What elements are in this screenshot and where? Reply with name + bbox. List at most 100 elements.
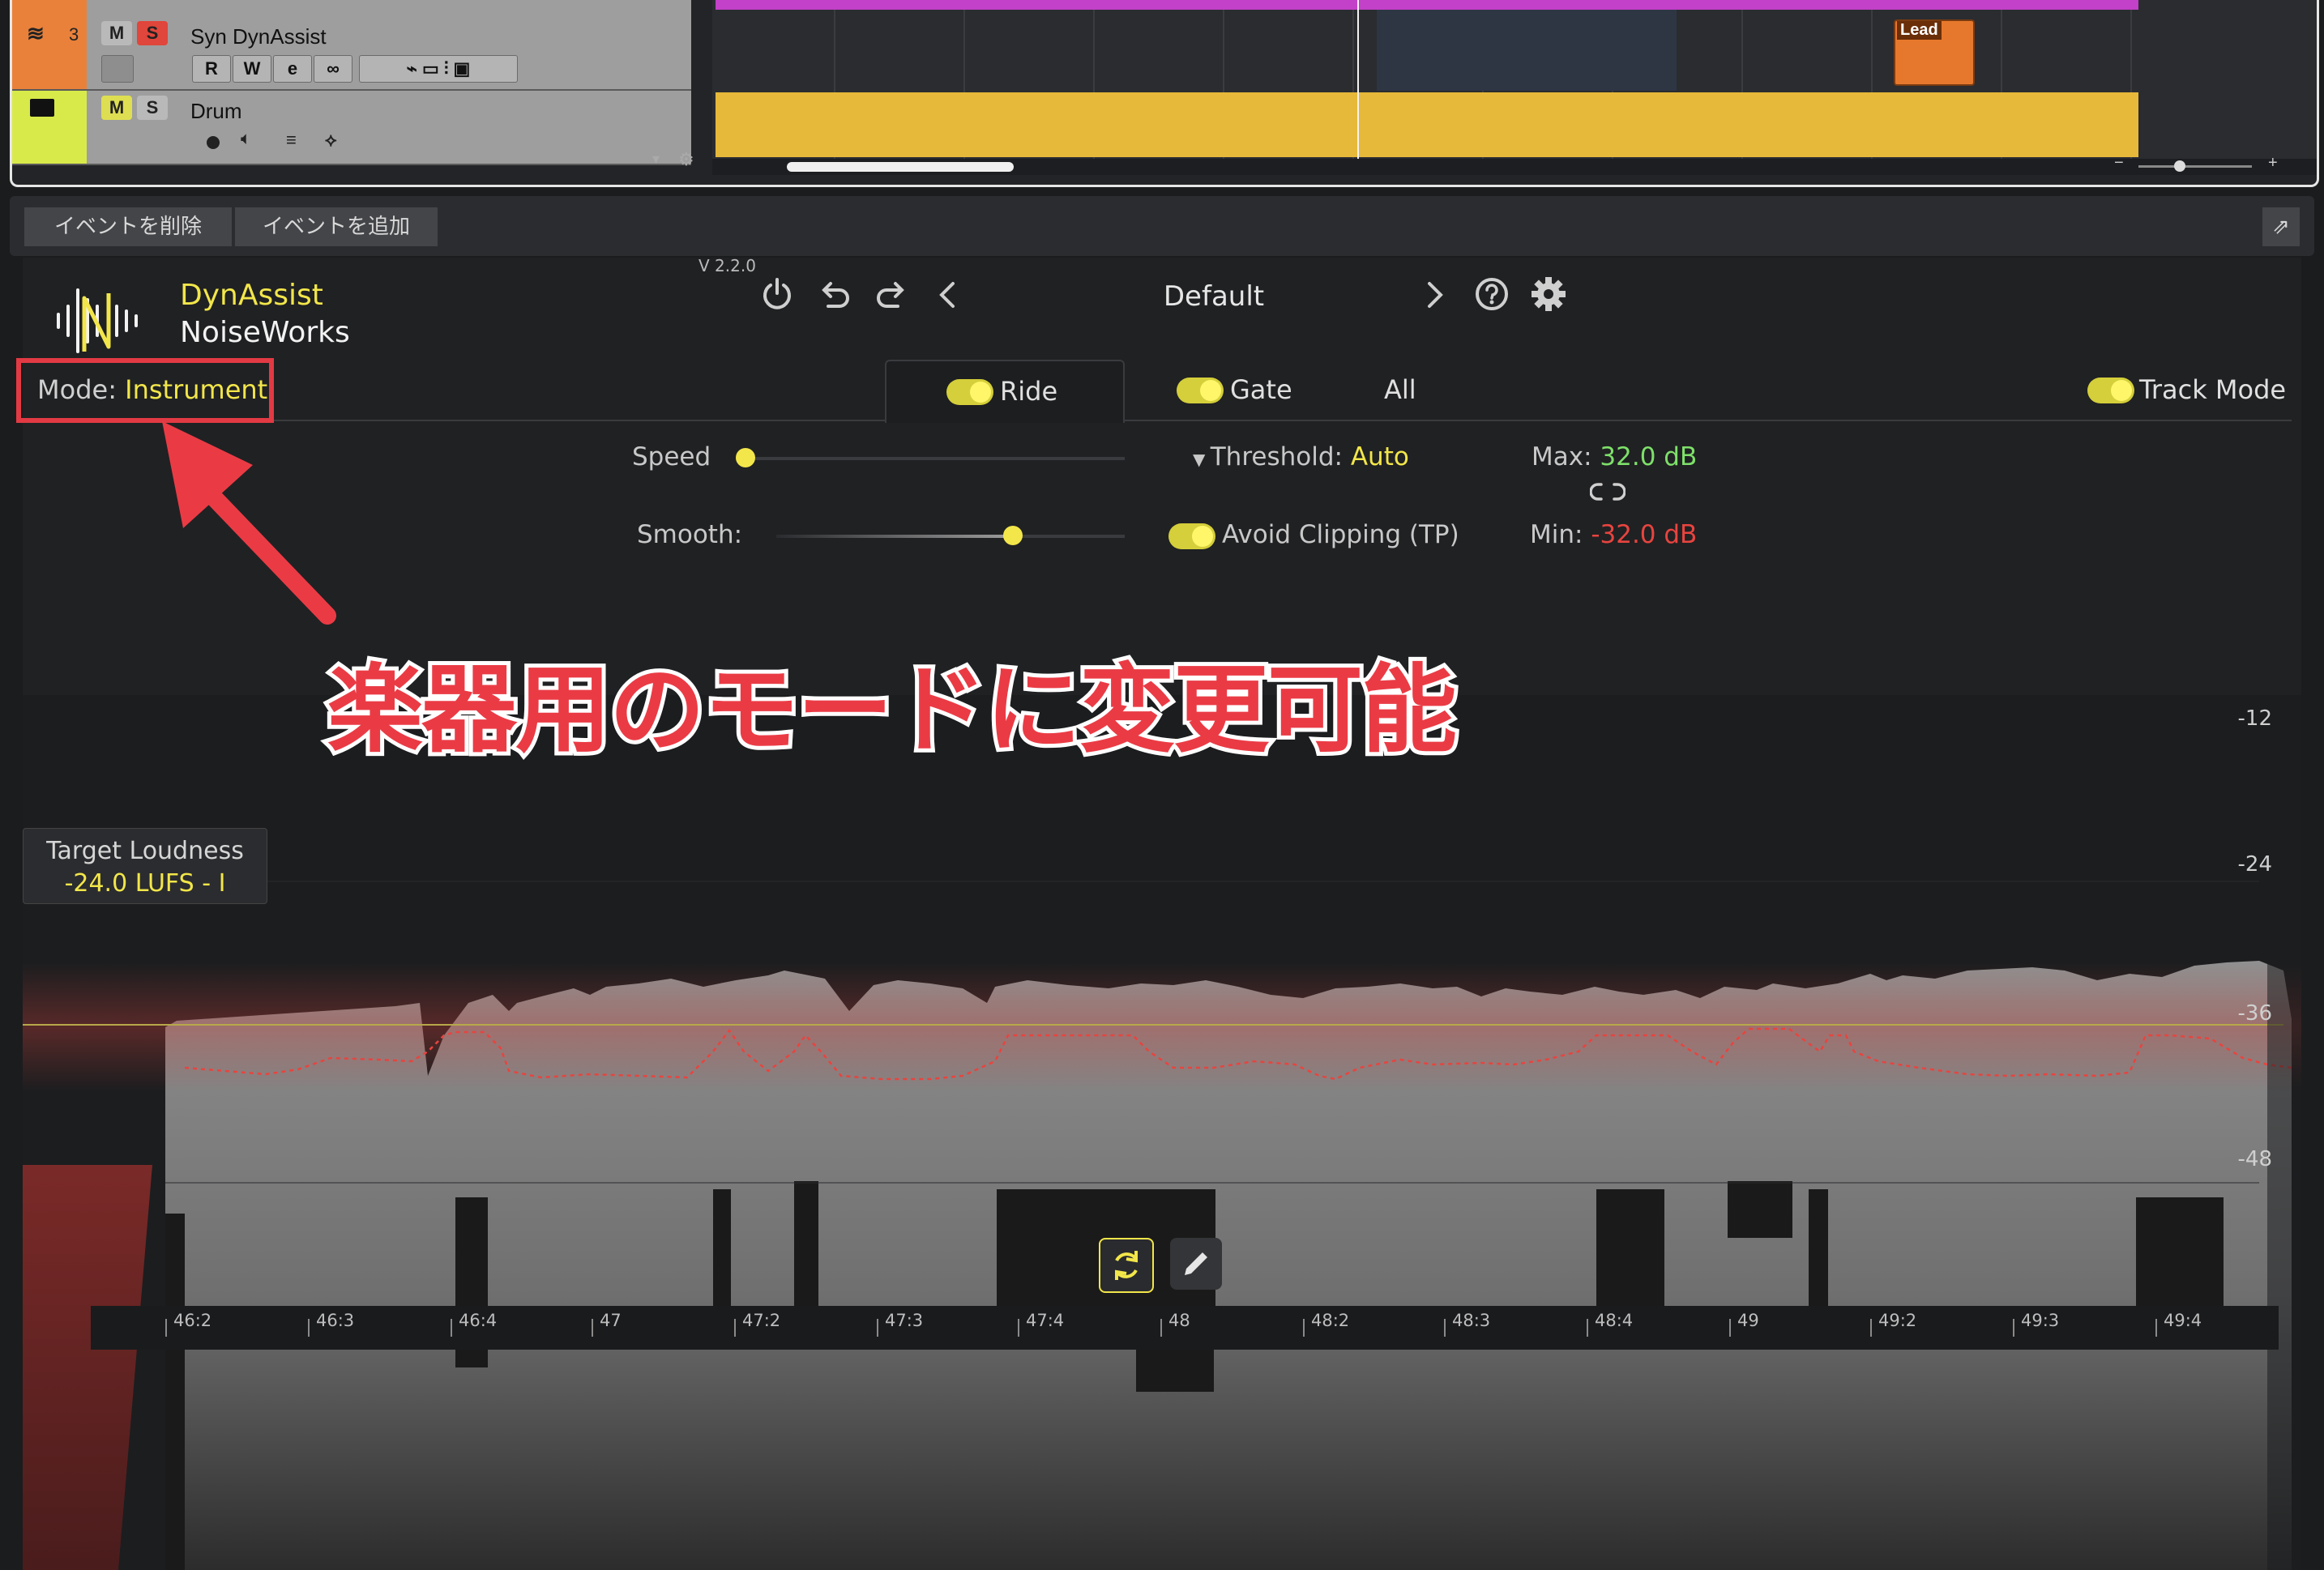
folder-icon: [30, 99, 54, 117]
mute-button[interactable]: M: [101, 21, 132, 45]
threshold-value: Auto: [1350, 442, 1409, 471]
smooth-slider-thumb[interactable]: [1003, 526, 1023, 545]
smooth-slider[interactable]: [776, 526, 1125, 545]
arrange-window[interactable]: Lead − +: [712, 0, 2317, 175]
waveform-display[interactable]: [23, 695, 2301, 1570]
edit-instrument-icon[interactable]: e: [273, 55, 312, 83]
track-name[interactable]: Syn DynAssist: [190, 24, 327, 49]
previous-preset-icon[interactable]: [932, 277, 964, 313]
timeline-label: 47:2: [742, 1311, 781, 1330]
timeline-label: 46:2: [173, 1311, 212, 1330]
zoom-out-icon[interactable]: −: [2114, 154, 2124, 173]
max-gain[interactable]: Max: 32.0 dB: [1532, 442, 1697, 471]
db-label: -48: [2237, 1147, 2272, 1171]
ride-toggle[interactable]: [946, 379, 993, 405]
db-label: -12: [2237, 706, 2272, 731]
daw-track-area: ≋ 3 M S Syn DynAssist R W e ∞ ⌁ ▭ ⫶ ▣ M …: [10, 0, 2319, 187]
link-range-icon[interactable]: [1590, 481, 1626, 502]
avoid-clipping-toggle[interactable]: [1168, 523, 1215, 549]
timeline-label: 48:2: [1311, 1311, 1350, 1330]
loop-region: [1377, 0, 1677, 91]
freeze-icon[interactable]: ⟡: [325, 130, 337, 151]
help-icon[interactable]: [1473, 275, 1510, 313]
settings-gear-icon[interactable]: [1530, 275, 1567, 313]
event-toolbar: イベントを削除 イベントを追加 ⇗: [10, 196, 2314, 256]
solo-button[interactable]: S: [137, 96, 168, 120]
brand-company: NoiseWorks: [180, 316, 350, 349]
preset-name[interactable]: Default: [1060, 280, 1368, 313]
threshold-label: Threshold:: [1210, 442, 1343, 471]
expand-window-icon[interactable]: ⇗: [2262, 207, 2300, 246]
refresh-icon: [1115, 1251, 1138, 1280]
lanes-icon[interactable]: ≡: [286, 130, 297, 151]
write-automation-button[interactable]: W: [233, 55, 271, 83]
db-label: -36: [2237, 1001, 2272, 1026]
record-icon[interactable]: [207, 136, 220, 149]
top-midi-clip[interactable]: [716, 0, 2138, 10]
mode-value: Instrument: [125, 374, 268, 405]
track-number: 3: [69, 24, 79, 45]
power-icon[interactable]: [758, 275, 796, 313]
mute-button[interactable]: M: [101, 96, 132, 120]
insert-controls[interactable]: ⌁ ▭ ⫶ ▣: [359, 55, 518, 83]
lead-clip[interactable]: Lead: [1894, 19, 1975, 86]
waveform-icon: ≋: [27, 21, 45, 45]
timeline-label: 47: [600, 1311, 622, 1330]
mode-selector[interactable]: Mode: Instrument: [37, 374, 267, 405]
track-mode[interactable]: Track Mode: [2087, 360, 2298, 421]
redo-icon[interactable]: [874, 277, 909, 313]
scroll-thumb[interactable]: [787, 162, 1014, 172]
read-automation-button[interactable]: R: [192, 55, 231, 83]
speed-slider-thumb[interactable]: [736, 448, 755, 467]
horizontal-scrollbar[interactable]: − +: [712, 154, 2317, 175]
tab-gate[interactable]: Gate: [1177, 360, 1322, 421]
tab-all[interactable]: All: [1384, 374, 1416, 405]
avoid-clipping-label: Avoid Clipping (TP): [1222, 520, 1459, 549]
undo-icon[interactable]: [817, 277, 852, 313]
solo-button[interactable]: S: [137, 21, 168, 45]
monitor-checkbox[interactable]: [101, 55, 134, 83]
timeline-label: 47:4: [1026, 1311, 1065, 1330]
gate-toggle[interactable]: [1177, 378, 1224, 403]
track-row-syn[interactable]: ≋ 3 M S Syn DynAssist R W e ∞ ⌁ ▭ ⫶ ▣: [12, 0, 691, 91]
timeline-label: 49:2: [1878, 1311, 1917, 1330]
clip-label: Lead: [1897, 21, 1942, 40]
tab-bar-divider: [23, 420, 2292, 421]
max-label: Max:: [1532, 442, 1592, 471]
add-events-button[interactable]: イベントを追加: [235, 207, 438, 246]
dropdown-arrow-icon[interactable]: ▾: [652, 151, 660, 168]
dynassist-plugin: DynAssist NoiseWorks V 2.2.0 Default Mod…: [16, 256, 2301, 1570]
max-value: 32.0 dB: [1600, 442, 1698, 471]
speed-slider[interactable]: [736, 448, 1125, 467]
loop-sync-button[interactable]: [1099, 1238, 1154, 1293]
noiseworks-logo-icon: [57, 288, 138, 353]
db-label: -24: [2237, 852, 2272, 877]
track-row-drum[interactable]: M S Drum 🔈︎ ≡ ⟡: [12, 91, 691, 165]
min-gain[interactable]: Min: -32.0 dB: [1530, 520, 1697, 549]
drum-clip[interactable]: [716, 92, 2138, 157]
draw-mode-button[interactable]: [1170, 1238, 1222, 1290]
delete-events-button[interactable]: イベントを削除: [24, 207, 232, 246]
settings-small-icon[interactable]: ⚙︎: [678, 149, 694, 170]
brand-product: DynAssist: [180, 279, 323, 312]
smooth-label: Smooth:: [637, 520, 743, 549]
tab-ride[interactable]: Ride: [885, 360, 1125, 423]
timeline-label: 48: [1168, 1311, 1190, 1330]
track-mode-toggle[interactable]: [2087, 378, 2134, 403]
link-icon[interactable]: ∞: [314, 55, 352, 83]
timeline-label: 48:3: [1452, 1311, 1491, 1330]
timeline-label: 48:4: [1595, 1311, 1634, 1330]
next-preset-icon[interactable]: [1418, 277, 1450, 313]
track-name[interactable]: Drum: [190, 99, 242, 124]
playhead[interactable]: [1357, 0, 1359, 160]
zoom-slider[interactable]: [2138, 160, 2252, 172]
version-label: V 2.2.0: [698, 256, 756, 275]
target-loudness-box[interactable]: Target Loudness -24.0 LUFS - I: [23, 828, 267, 904]
threshold-dropdown-icon: ▼: [1193, 450, 1211, 469]
timeline-label: 46:3: [316, 1311, 355, 1330]
timeline-label: 49:3: [2021, 1311, 2060, 1330]
zoom-in-icon[interactable]: +: [2268, 154, 2278, 173]
threshold-control[interactable]: ▼ Threshold: Auto: [1193, 442, 1409, 471]
target-loudness-value: -24.0 LUFS - I: [64, 869, 226, 898]
speaker-icon[interactable]: 🔈︎: [241, 128, 251, 149]
